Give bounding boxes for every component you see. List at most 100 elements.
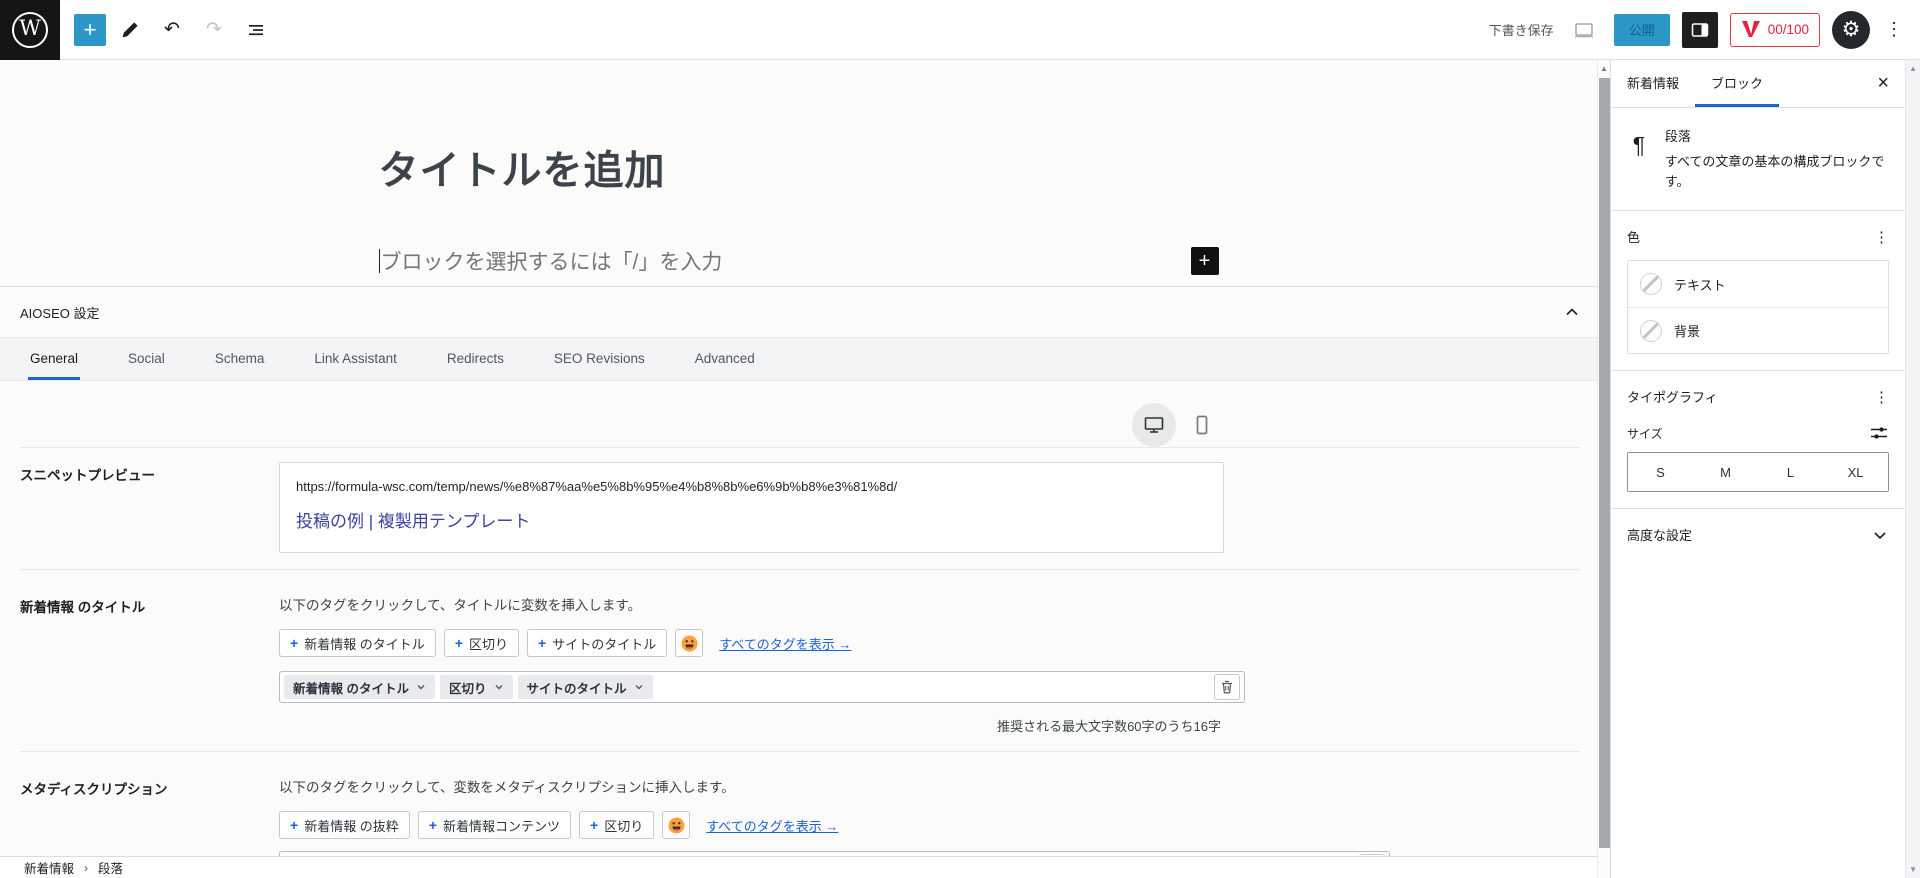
advanced-panel-toggle[interactable]: 高度な設定 [1627, 525, 1889, 544]
snippet-preview-box: https://formula-wsc.com/temp/news/%e8%87… [279, 462, 1224, 553]
aioseo-tab-social[interactable]: Social [126, 338, 167, 380]
breadcrumb-current-block: 段落 [98, 858, 123, 877]
emoji-picker-button[interactable] [675, 629, 703, 657]
aioseo-tab-schema[interactable]: Schema [213, 338, 267, 380]
tag-button-label: 区切り [604, 816, 643, 835]
paragraph-icon: ¶ [1627, 126, 1651, 192]
aioseo-metabox-header[interactable]: AIOSEO 設定 [0, 287, 1597, 337]
scroll-up-icon[interactable]: ▲ [1598, 60, 1610, 73]
emoji-picker-button[interactable] [662, 811, 690, 839]
close-sidebar-button[interactable]: × [1861, 60, 1905, 107]
add-content-tag-button[interactable]: +新着情報コンテンツ [418, 811, 571, 839]
title-tag-pill[interactable]: 新着情報 のタイトル [284, 675, 435, 699]
snippet-title-link[interactable]: 投稿の例 | 複製用テンプレート [296, 507, 1207, 532]
sidebar-scrollbar[interactable]: ▲ ▼ [1905, 60, 1920, 878]
plus-icon: + [1199, 251, 1211, 271]
chevron-up-icon [1563, 303, 1581, 321]
sidebar-tab-block[interactable]: ブロック [1695, 60, 1779, 107]
add-post-title-tag-button[interactable]: +新着情報 のタイトル [279, 629, 436, 657]
aioseo-collapse-button[interactable] [1563, 303, 1581, 321]
add-excerpt-tag-button[interactable]: +新着情報 の抜粋 [279, 811, 410, 839]
font-size-label: サイズ [1627, 425, 1663, 442]
trash-icon [1220, 680, 1234, 694]
mobile-preview-button[interactable] [1180, 403, 1224, 447]
add-site-title-tag-button[interactable]: +サイトのタイトル [527, 629, 667, 657]
breadcrumb-post-type[interactable]: 新着情報 [24, 858, 74, 877]
background-color-label: 背景 [1674, 321, 1700, 340]
pencil-icon [120, 20, 140, 40]
workspace: タイトルを追加 ブロックを選択するには「/」を入力 + AIOSEO 設定 Ge… [0, 60, 1920, 878]
undo-button[interactable]: ↶ [154, 12, 190, 48]
wordpress-logo-button[interactable]: W [0, 0, 60, 60]
block-breadcrumb: 新着情報 › 段落 [0, 856, 1597, 878]
aioseo-tab-redirects[interactable]: Redirects [445, 338, 506, 380]
font-size-medium-button[interactable]: M [1693, 453, 1758, 491]
chevron-down-icon [1871, 526, 1889, 544]
block-inserter-button[interactable]: + [74, 14, 106, 46]
snippet-preview-section: スニペットプレビュー https://formula-wsc.com/temp/… [20, 447, 1580, 569]
aioseo-tab-seo-revisions[interactable]: SEO Revisions [552, 338, 647, 380]
tools-pencil-button[interactable] [112, 12, 148, 48]
advanced-panel: 高度な設定 [1611, 508, 1905, 560]
tag-button-label: 新着情報コンテンツ [443, 816, 560, 835]
font-size-xlarge-button[interactable]: XL [1823, 453, 1888, 491]
save-draft-button[interactable]: 下書き保存 [1489, 20, 1554, 39]
add-separator-tag-button[interactable]: +区切り [444, 629, 519, 657]
publish-button[interactable]: 公開 [1614, 14, 1670, 46]
snippet-url: https://formula-wsc.com/temp/news/%e8%87… [296, 479, 1207, 494]
site-title-tag-pill[interactable]: サイトのタイトル [518, 675, 653, 699]
scroll-up-icon[interactable]: ▲ [1909, 64, 1917, 73]
show-all-tags-link[interactable]: すべてのタグを表示 → [706, 816, 838, 835]
typography-options-button[interactable]: ⋮ [1874, 388, 1889, 406]
custom-size-button[interactable] [1869, 424, 1889, 442]
editor-scrollbar[interactable]: ▲ [1597, 60, 1610, 878]
aioseo-general-panel: スニペットプレビュー https://formula-wsc.com/temp/… [0, 403, 1597, 878]
gear-icon: ⚙ [1842, 17, 1861, 42]
tag-button-label: 新着情報 のタイトル [304, 634, 425, 653]
background-color-row[interactable]: 背景 [1628, 307, 1888, 353]
aioseo-tab-bar: General Social Schema Link Assistant Red… [0, 337, 1597, 381]
font-size-large-button[interactable]: L [1758, 453, 1823, 491]
list-view-button[interactable] [238, 12, 274, 48]
inline-block-inserter-button[interactable]: + [1191, 247, 1219, 275]
wordpress-icon: W [12, 12, 48, 48]
block-info-card: ¶ 段落 すべての文章の基本の構成ブロックです。 [1611, 108, 1905, 210]
redo-button[interactable]: ↷ [196, 12, 232, 48]
paragraph-placeholder[interactable]: ブロックを選択するには「/」を入力 [381, 246, 723, 276]
options-menu-button[interactable]: ⋮ [1882, 19, 1906, 40]
aioseo-tab-advanced[interactable]: Advanced [693, 338, 757, 380]
chevron-down-icon [494, 682, 504, 692]
font-size-small-button[interactable]: S [1628, 453, 1693, 491]
toolbar-left-group: + ↶ ↷ [60, 12, 274, 48]
text-caret [379, 249, 380, 273]
aioseo-tab-general[interactable]: General [28, 338, 80, 380]
color-panel-title: 色 [1627, 227, 1640, 246]
scrollbar-thumb[interactable] [1599, 78, 1610, 848]
color-options-button[interactable]: ⋮ [1874, 228, 1889, 246]
post-title-input[interactable]: タイトルを追加 [379, 138, 1219, 196]
desktop-preview-button[interactable] [1132, 403, 1176, 447]
aioseo-settings-button[interactable]: ⚙ [1832, 11, 1870, 49]
text-color-label: テキスト [1674, 275, 1726, 294]
aioseo-metabox-title: AIOSEO 設定 [20, 303, 99, 322]
clear-title-button[interactable] [1214, 674, 1240, 700]
pill-label: サイトのタイトル [527, 678, 627, 697]
separator-tag-pill[interactable]: 区切り [440, 675, 513, 699]
pill-label: 新着情報 のタイトル [293, 678, 409, 697]
title-character-counter: 推奨される最大文字数60字のうち16字 [279, 716, 1245, 735]
scroll-down-icon[interactable]: ▼ [1909, 865, 1917, 874]
aioseo-tab-link-assistant[interactable]: Link Assistant [312, 338, 399, 380]
seo-title-input[interactable]: 新着情報 のタイトル 区切り サイトのタイトル [279, 671, 1245, 703]
desktop-icon [1143, 414, 1165, 436]
chevron-down-icon [416, 682, 426, 692]
show-all-tags-link[interactable]: すべてのタグを表示 → [719, 634, 851, 653]
preview-button[interactable] [1566, 12, 1602, 48]
sidebar-tab-document[interactable]: 新着情報 [1611, 60, 1695, 107]
add-separator-tag-button[interactable]: +区切り [579, 811, 654, 839]
text-color-row[interactable]: テキスト [1628, 261, 1888, 307]
aioseo-score-button[interactable]: 00/100 [1730, 13, 1820, 47]
smiley-icon [668, 817, 685, 834]
settings-sidebar-toggle[interactable] [1682, 12, 1718, 48]
chevron-right-icon: › [84, 861, 88, 875]
tag-button-label: 区切り [469, 634, 508, 653]
